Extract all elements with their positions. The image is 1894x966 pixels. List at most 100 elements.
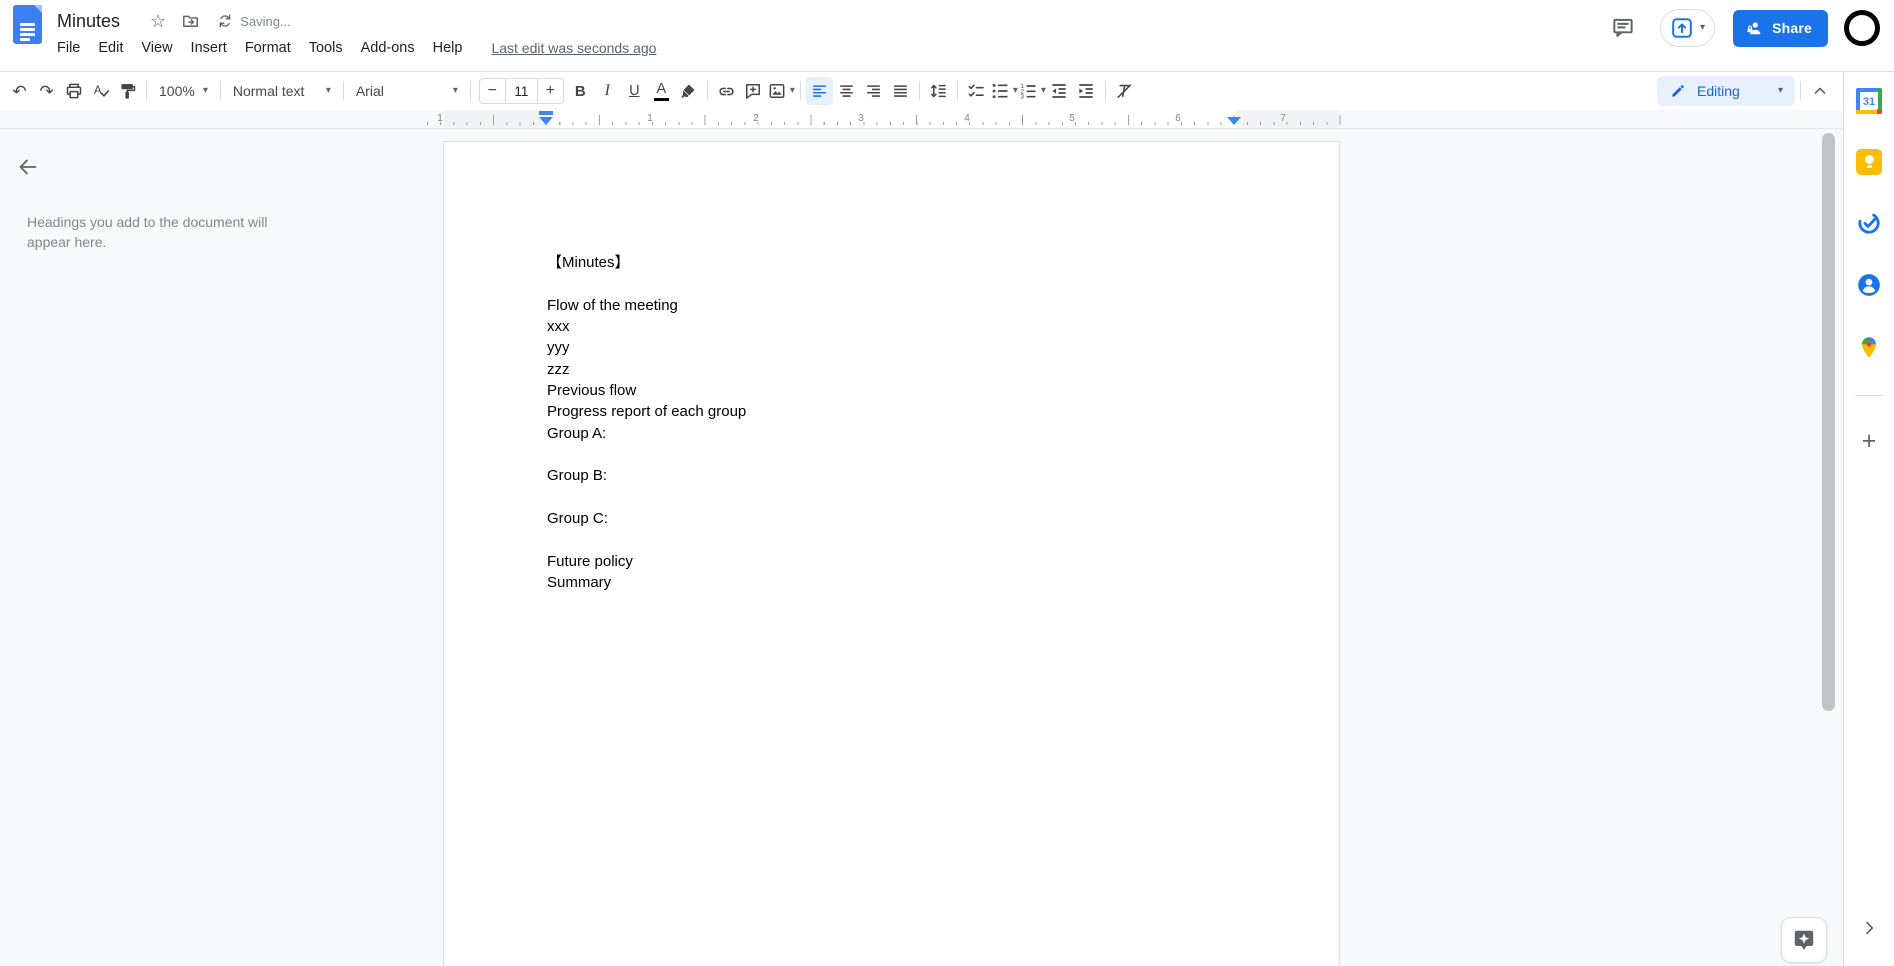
doc-line[interactable] xyxy=(547,487,746,508)
zoom-select[interactable]: 100% ▾ xyxy=(152,77,215,105)
move-folder-icon[interactable] xyxy=(181,12,200,31)
doc-line[interactable]: Group C: xyxy=(547,508,746,529)
menu-format[interactable]: Format xyxy=(236,37,300,59)
editor-area: ↶ ↷ A 100% ▾ Normal text ▾ Arial ▾ − 11 … xyxy=(0,72,1843,966)
doc-line[interactable]: xxx xyxy=(547,316,746,337)
avatar[interactable] xyxy=(1844,10,1880,46)
image-caret-icon: ▾ xyxy=(789,85,795,96)
toolbar-divider xyxy=(342,81,344,101)
doc-line[interactable]: zzz xyxy=(547,359,746,380)
justify-button[interactable] xyxy=(887,77,914,105)
insert-image-button[interactable]: ▾ xyxy=(767,77,795,105)
last-edit-link[interactable]: Last edit was seconds ago xyxy=(491,40,656,56)
document-title[interactable]: Minutes xyxy=(57,11,120,32)
highlight-color-button[interactable] xyxy=(675,77,702,105)
ruler-number: 1 xyxy=(647,113,653,124)
share-person-lock-icon xyxy=(1747,21,1761,34)
menu-addons[interactable]: Add-ons xyxy=(352,37,424,59)
add-comment-button[interactable] xyxy=(740,77,767,105)
document-text[interactable]: 【Minutes】 Flow of the meeting xxx yyy zz… xyxy=(547,252,746,593)
paint-format-button[interactable] xyxy=(114,77,141,105)
style-caret-icon: ▾ xyxy=(325,85,331,96)
pencil-icon xyxy=(1672,85,1684,97)
document-scrollbar[interactable] xyxy=(1822,133,1835,711)
google-maps-icon[interactable] xyxy=(1857,334,1881,361)
doc-line[interactable]: Group A: xyxy=(547,423,746,444)
menu-insert[interactable]: Insert xyxy=(182,37,236,59)
doc-line[interactable]: Previous flow xyxy=(547,380,746,401)
underline-button[interactable]: U xyxy=(621,77,648,105)
doc-line[interactable]: Future policy xyxy=(547,551,746,572)
svg-text:3: 3 xyxy=(1020,94,1024,101)
collapse-toolbar-button[interactable] xyxy=(1806,77,1833,105)
menu-help[interactable]: Help xyxy=(424,37,472,59)
numbered-list-button[interactable]: 123 ▾ xyxy=(1018,77,1046,105)
doc-line[interactable]: Flow of the meeting xyxy=(547,295,746,316)
first-line-indent-marker[interactable] xyxy=(539,111,553,115)
increase-font-size-button[interactable]: + xyxy=(538,82,563,100)
spellcheck-button[interactable]: A xyxy=(87,77,114,105)
google-docs-app: Minutes ☆ Saving... File Edit View Inser… xyxy=(0,0,1894,966)
doc-line[interactable]: yyy xyxy=(547,337,746,358)
align-left-button[interactable] xyxy=(805,77,833,105)
checklist-button[interactable] xyxy=(963,77,990,105)
document-page[interactable]: 【Minutes】 Flow of the meeting xxx yyy zz… xyxy=(443,141,1340,966)
ruler[interactable]: 1 1 2 3 4 5 6 7 xyxy=(0,110,1843,129)
decrease-indent-button[interactable] xyxy=(1046,77,1073,105)
toolbar-divider xyxy=(706,81,708,101)
sync-icon xyxy=(217,13,233,29)
logo-fold xyxy=(34,5,42,13)
decrease-font-size-button[interactable]: − xyxy=(480,82,505,100)
doc-line[interactable]: Group B: xyxy=(547,465,746,486)
redo-button[interactable]: ↷ xyxy=(33,77,60,105)
line-spacing-button[interactable] xyxy=(925,77,952,105)
increase-indent-button[interactable] xyxy=(1073,77,1100,105)
docs-logo-icon[interactable] xyxy=(13,5,42,44)
menu-view[interactable]: View xyxy=(132,37,181,59)
italic-button[interactable]: I xyxy=(594,77,621,105)
zoom-caret-icon: ▾ xyxy=(202,85,208,96)
close-outline-icon[interactable] xyxy=(16,155,40,179)
print-button[interactable] xyxy=(60,77,87,105)
star-icon[interactable]: ☆ xyxy=(150,12,166,30)
calendar-day-label: 31 xyxy=(1862,96,1876,108)
align-right-button[interactable] xyxy=(860,77,887,105)
clear-formatting-button[interactable] xyxy=(1111,77,1138,105)
menu-tools[interactable]: Tools xyxy=(300,37,352,59)
left-indent-marker[interactable] xyxy=(539,117,553,125)
doc-line[interactable]: Summary xyxy=(547,572,746,593)
undo-button[interactable]: ↶ xyxy=(6,77,33,105)
bulleted-list-button[interactable]: ▾ xyxy=(990,77,1018,105)
font-size-input[interactable]: 11 xyxy=(504,78,538,104)
hide-side-panel-icon[interactable] xyxy=(1859,918,1879,938)
get-addons-button[interactable]: + xyxy=(1844,429,1894,454)
doc-line[interactable] xyxy=(547,444,746,465)
google-keep-icon[interactable] xyxy=(1856,149,1882,175)
menu-edit[interactable]: Edit xyxy=(89,37,132,59)
meet-present-button[interactable]: ▾ xyxy=(1660,9,1716,47)
align-center-button[interactable] xyxy=(833,77,860,105)
toolbar-divider xyxy=(146,81,147,101)
doc-line[interactable]: Progress report of each group xyxy=(547,401,746,422)
mode-caret-icon: ▾ xyxy=(1777,85,1783,96)
right-indent-marker[interactable] xyxy=(1227,117,1241,125)
menu-file[interactable]: File xyxy=(48,37,89,59)
share-button[interactable]: Share xyxy=(1733,9,1828,47)
font-family-select[interactable]: Arial ▾ xyxy=(349,77,465,105)
doc-line[interactable] xyxy=(547,529,746,550)
doc-line[interactable]: 【Minutes】 xyxy=(547,252,746,273)
paragraph-style-select[interactable]: Normal text ▾ xyxy=(226,77,338,105)
explore-button[interactable] xyxy=(1781,917,1827,963)
side-panel: 31 + xyxy=(1843,72,1894,966)
google-tasks-icon[interactable] xyxy=(1856,210,1882,236)
insert-link-button[interactable] xyxy=(713,77,740,105)
google-contacts-icon[interactable] xyxy=(1856,272,1882,298)
header: Minutes ☆ Saving... File Edit View Inser… xyxy=(0,0,1894,72)
bold-button[interactable]: B xyxy=(567,77,594,105)
doc-line[interactable] xyxy=(547,273,746,294)
google-calendar-icon[interactable]: 31 xyxy=(1856,88,1882,114)
text-color-button[interactable]: A xyxy=(648,77,675,105)
comment-history-icon[interactable] xyxy=(1610,15,1636,41)
editing-mode-select[interactable]: Editing ▾ xyxy=(1657,76,1795,106)
title-row: Minutes ☆ Saving... xyxy=(57,8,291,34)
